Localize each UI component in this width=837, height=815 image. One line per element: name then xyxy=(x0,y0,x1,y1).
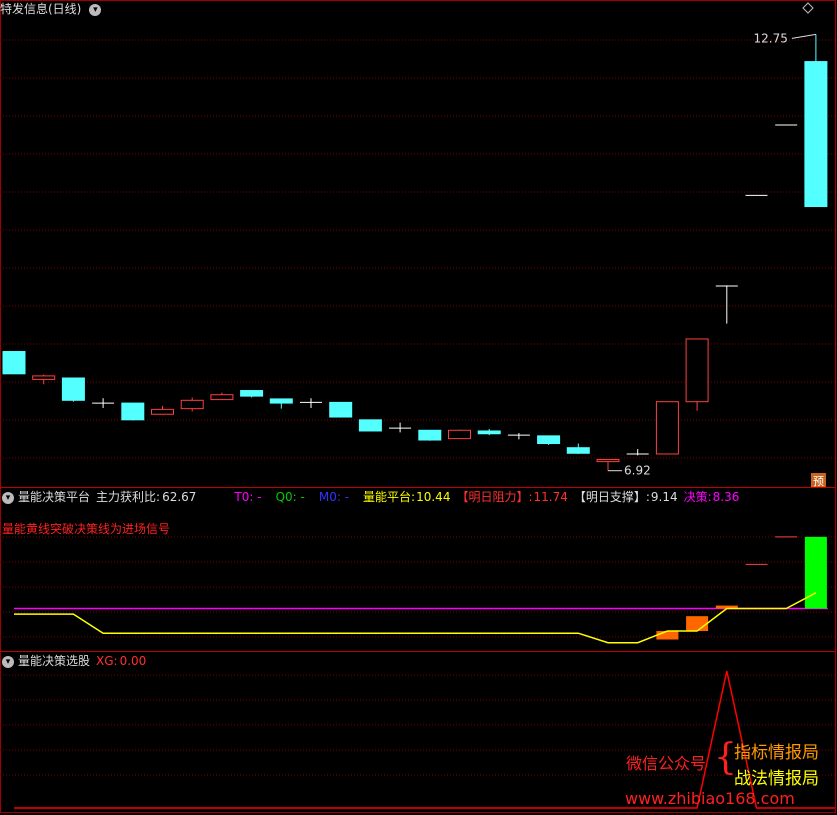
watermark-prefix: 微信公众号 xyxy=(626,754,707,773)
watermark-line2: 战法情报局 xyxy=(734,769,819,789)
diamond-icon xyxy=(802,2,814,14)
candle-body-up xyxy=(655,401,679,455)
platform-label: 量能平台: xyxy=(363,490,416,504)
candle-body-down xyxy=(566,447,590,454)
candle-body-down xyxy=(269,398,293,404)
support-label: 【明日支撑】: xyxy=(573,490,650,504)
candle-body-down xyxy=(537,435,561,445)
candle-body-down xyxy=(2,351,26,375)
candle-body-down xyxy=(418,429,442,441)
support-value: 9.14 xyxy=(650,490,678,504)
decision-label: 决策: xyxy=(683,490,712,504)
chart-canvas: 12.75 6.92 预 xyxy=(0,0,836,813)
chevron-down-icon[interactable]: ▾ xyxy=(2,655,14,668)
watermark-line1: 指标情报局 xyxy=(734,743,819,763)
watermark-url: www.zhibiao168.com xyxy=(625,789,795,808)
profit-label: 主力获利比: xyxy=(96,490,161,504)
candle-body-up xyxy=(685,338,709,403)
candle-body-up xyxy=(210,394,234,401)
platform-value: 10.44 xyxy=(416,490,451,504)
resist-value: 11.74 xyxy=(533,490,568,504)
candle-body-up xyxy=(32,375,56,380)
indicator-panel-header: ▾ 量能决策平台 主力获利比: 62.67 T0: - Q0: - M0: - 量能平台:10… xyxy=(0,488,745,506)
high-arrow xyxy=(791,33,816,39)
indicator-note: 量能黄线突破决策线为进场信号 xyxy=(2,522,171,536)
indicator-title: 量能决策平台 xyxy=(18,490,91,504)
xg-label: XG: xyxy=(96,654,118,668)
profit-value: 62.67 xyxy=(162,490,197,504)
green-signal-bar xyxy=(804,536,827,609)
candle-body-down xyxy=(358,419,382,432)
candle-body-up xyxy=(151,408,174,415)
orange-signal-bar xyxy=(686,616,709,632)
t0-value: T0: - xyxy=(234,490,262,504)
selector-title: 量能决策选股 xyxy=(18,654,91,668)
decision-value: 8.36 xyxy=(712,490,740,504)
candle-body-down xyxy=(329,401,353,418)
candle-body-down xyxy=(477,430,501,435)
resist-label: 【明日阻力】: xyxy=(456,490,533,504)
main-panel-header: 特发信息(日线) ▾ xyxy=(0,0,107,18)
chevron-down-icon[interactable]: ▾ xyxy=(2,491,14,504)
selector-panel-header: ▾ 量能决策选股 XG: 0.00 xyxy=(0,652,152,670)
candle-body-down xyxy=(240,390,264,397)
main-panel-title: 特发信息(日线) xyxy=(0,2,82,16)
candle-body-up xyxy=(180,399,204,410)
candle-body-up xyxy=(448,429,471,440)
high-price-label: 12.75 xyxy=(754,31,788,45)
forecast-badge-text: 预 xyxy=(813,475,824,488)
low-price-label: 6.92 xyxy=(624,464,651,478)
m0-value: M0: - xyxy=(318,490,350,504)
orange-signal-bar xyxy=(656,631,679,640)
candle-body-up xyxy=(596,459,620,463)
xg-signal-line xyxy=(14,670,835,809)
candle-body-down xyxy=(121,402,145,421)
candle-body-down xyxy=(804,61,828,208)
chevron-down-icon[interactable]: ▾ xyxy=(89,3,102,16)
q0-value: Q0: - xyxy=(275,490,305,504)
candle-body-down xyxy=(61,377,85,401)
xg-value: 0.00 xyxy=(119,654,147,668)
